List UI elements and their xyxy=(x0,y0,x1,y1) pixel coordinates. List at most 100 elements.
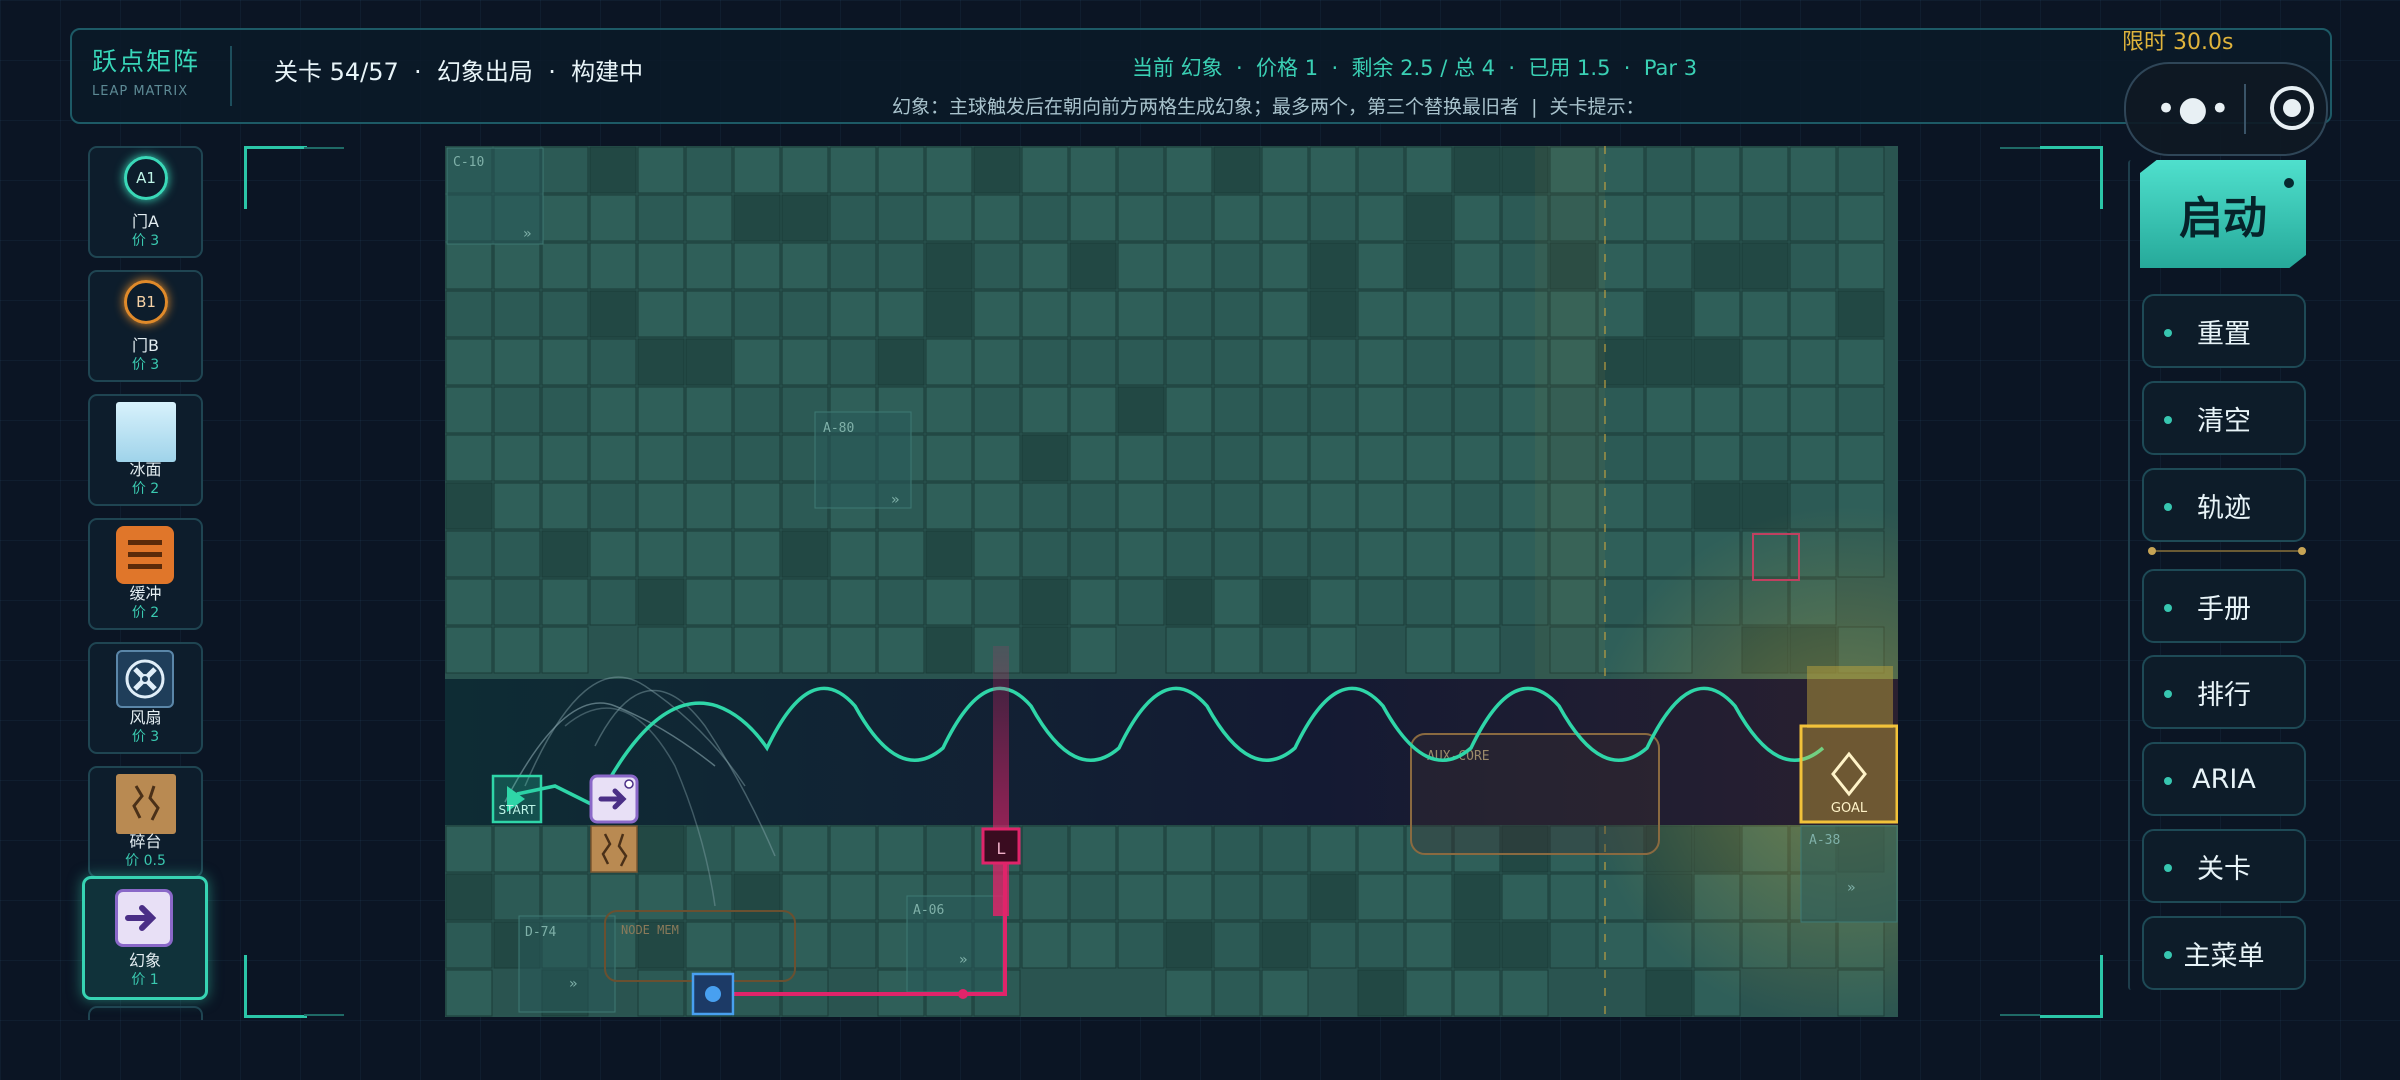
floor-tile xyxy=(1021,290,1069,338)
floor-tile xyxy=(1021,146,1069,194)
floor-tile xyxy=(1117,921,1165,969)
palette-item-buffer[interactable]: 缓冲 价 2 xyxy=(88,518,203,630)
reset-button[interactable]: 重置 xyxy=(2142,294,2306,368)
palette-item-gate-b[interactable]: B1 门B 价 3 xyxy=(88,270,203,382)
floor-tile xyxy=(1357,242,1405,290)
aria-button-label: ARIA xyxy=(2192,763,2256,795)
floor-tile xyxy=(1213,386,1261,434)
floor-tile xyxy=(973,146,1021,194)
floor-tile xyxy=(1165,194,1213,242)
floor-tile xyxy=(1069,482,1117,530)
close-target-icon[interactable] xyxy=(2270,86,2314,130)
zone-chevrons-icon: » xyxy=(569,976,577,992)
floor-tile xyxy=(781,873,829,921)
floor-tile xyxy=(1309,482,1357,530)
floor-tile xyxy=(1069,338,1117,386)
floor-tile xyxy=(973,626,1021,674)
trajectory-button-label: 轨迹 xyxy=(2197,492,2251,524)
levels-button-label: 关卡 xyxy=(2197,853,2251,885)
floor-tile xyxy=(589,146,637,194)
leaderboard-button[interactable]: 排行 xyxy=(2142,655,2306,729)
floor-tile xyxy=(1309,242,1357,290)
budget-stats: 当前 幻象 · 价格 1 · 剩余 2.5 / 总 4 · 已用 1.5 · P… xyxy=(1132,56,1698,80)
floor-tile xyxy=(1693,434,1741,482)
floor-tile xyxy=(1357,146,1405,194)
bullet-icon xyxy=(2164,416,2172,424)
floor-tile xyxy=(1165,969,1213,1017)
floor-tile xyxy=(1213,921,1261,969)
floor-tile xyxy=(1213,194,1261,242)
clear-button[interactable]: 清空 xyxy=(2142,381,2306,455)
game-board[interactable]: C-10 » A-80 » A-38 » D-74 » A-06 » AUX-C… xyxy=(244,146,1898,1017)
floor-tile xyxy=(1405,921,1453,969)
floor-tile xyxy=(1693,290,1741,338)
floor-tile xyxy=(1741,242,1789,290)
palette-item-phantom[interactable]: 幻象 价 1 xyxy=(82,876,208,1000)
palette-item-gate-a[interactable]: A1 门A 价 3 xyxy=(88,146,203,258)
floor-tile xyxy=(1261,969,1309,1017)
floor-tile xyxy=(1117,338,1165,386)
floor-tile xyxy=(1453,530,1501,578)
floor-tile xyxy=(1261,338,1309,386)
floor-tile xyxy=(589,290,637,338)
floor-tile xyxy=(1165,626,1213,674)
aria-button[interactable]: ARIA xyxy=(2142,742,2306,816)
main-menu-button[interactable]: 主菜单 xyxy=(2142,916,2306,990)
floor-tile xyxy=(829,194,877,242)
frame-corner-bottom-right xyxy=(2040,955,2103,1018)
palette-item-ice[interactable]: 冰面 价 2 xyxy=(88,394,203,506)
floor-tile xyxy=(1453,578,1501,626)
frame-edge xyxy=(2000,147,2040,149)
more-options-icon[interactable]: •●• xyxy=(2156,92,2232,126)
floor-tile xyxy=(733,434,781,482)
floor-tile xyxy=(685,873,733,921)
reset-button-label: 重置 xyxy=(2197,318,2251,350)
bullet-icon xyxy=(2164,951,2172,959)
leaderboard-button-label: 排行 xyxy=(2197,679,2251,711)
floor-tile xyxy=(781,530,829,578)
manual-button[interactable]: 手册 xyxy=(2142,569,2306,643)
bullet-icon xyxy=(2164,690,2172,698)
floor-tile xyxy=(1357,434,1405,482)
floor-tile xyxy=(1405,482,1453,530)
floor-tile xyxy=(685,194,733,242)
floor-tile xyxy=(541,290,589,338)
frame-corner-top-left xyxy=(244,146,307,209)
floor-tile xyxy=(1165,146,1213,194)
floor-tile xyxy=(685,146,733,194)
floor-tile xyxy=(973,194,1021,242)
launch-button[interactable]: 启动 xyxy=(2140,160,2306,268)
floor-tile xyxy=(1405,146,1453,194)
palette-item-crumble[interactable]: 碎台 价 0.5 xyxy=(88,766,203,878)
floor-tile xyxy=(1453,825,1501,873)
floor-tile xyxy=(1645,194,1693,242)
floor-tile xyxy=(637,969,685,1017)
floor-tile xyxy=(1837,194,1885,242)
floor-tile xyxy=(541,825,589,873)
board-canvas[interactable]: C-10 » A-80 » A-38 » D-74 » A-06 » xyxy=(445,146,1898,1017)
floor-tile xyxy=(1453,626,1501,674)
levels-button[interactable]: 关卡 xyxy=(2142,829,2306,903)
miniprogram-capsule: •●• xyxy=(2124,62,2328,156)
zone-chevrons-icon: » xyxy=(959,952,967,968)
floor-tile xyxy=(1309,825,1357,873)
controls-rail xyxy=(2128,160,2134,990)
trajectory-button[interactable]: 轨迹 xyxy=(2142,468,2306,542)
floor-tile xyxy=(1309,146,1357,194)
floor-tile xyxy=(1069,825,1117,873)
floor-tile xyxy=(637,482,685,530)
floor-tile xyxy=(1357,921,1405,969)
floor-tile xyxy=(1789,338,1837,386)
floor-tile xyxy=(541,578,589,626)
floor-tile xyxy=(925,338,973,386)
floor-tile xyxy=(445,873,493,921)
floor-tile xyxy=(1789,386,1837,434)
palette-item-fan[interactable]: 风扇 价 3 xyxy=(88,642,203,754)
floor-tile xyxy=(781,578,829,626)
floor-tile xyxy=(1117,146,1165,194)
floor-tile xyxy=(1069,530,1117,578)
floor-tile xyxy=(541,146,589,194)
floor-tile xyxy=(1405,242,1453,290)
floor-tile xyxy=(589,578,637,626)
floor-tile xyxy=(1117,530,1165,578)
